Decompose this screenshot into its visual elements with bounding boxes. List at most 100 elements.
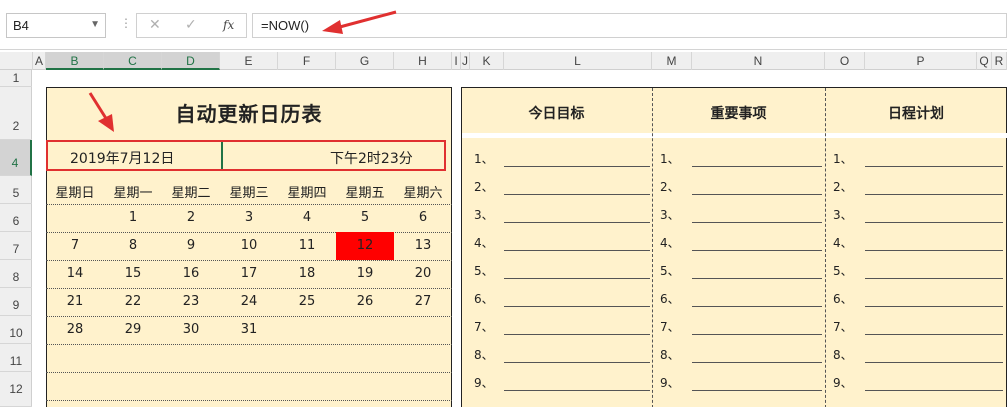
planner-item-line[interactable] bbox=[692, 250, 822, 251]
calendar-day[interactable]: 6 bbox=[394, 204, 452, 232]
current-date[interactable]: 2019年7月12日 bbox=[70, 148, 174, 168]
calendar-day[interactable]: 18 bbox=[278, 260, 336, 288]
more-options-icon[interactable]: ⋮ bbox=[120, 16, 132, 30]
calendar-day[interactable]: 16 bbox=[162, 260, 220, 288]
planner-item-line[interactable] bbox=[504, 390, 650, 391]
calendar-day[interactable] bbox=[394, 316, 452, 344]
calendar-day[interactable]: 7 bbox=[46, 232, 104, 260]
column-header-l[interactable]: L bbox=[504, 52, 652, 70]
insert-function-icon[interactable]: fx bbox=[223, 18, 234, 32]
planner-item-line[interactable] bbox=[692, 306, 822, 307]
calendar-day[interactable]: 1 bbox=[104, 204, 162, 232]
planner-item-line[interactable] bbox=[692, 222, 822, 223]
calendar-day[interactable]: 15 bbox=[104, 260, 162, 288]
column-header-p[interactable]: P bbox=[865, 52, 977, 70]
calendar-day[interactable]: 23 bbox=[162, 288, 220, 316]
calendar-day[interactable]: 12 bbox=[336, 232, 394, 260]
calendar-day[interactable]: 17 bbox=[220, 260, 278, 288]
calendar-day[interactable]: 19 bbox=[336, 260, 394, 288]
calendar-day[interactable]: 31 bbox=[220, 316, 278, 344]
row-header-6[interactable]: 6 bbox=[0, 204, 32, 232]
calendar-day[interactable]: 14 bbox=[46, 260, 104, 288]
planner-item-line[interactable] bbox=[865, 166, 1003, 167]
planner-item-line[interactable] bbox=[692, 334, 822, 335]
row-header-8[interactable]: 8 bbox=[0, 260, 32, 288]
planner-item-line[interactable] bbox=[865, 390, 1003, 391]
column-header-h[interactable]: H bbox=[394, 52, 452, 70]
planner-item-line[interactable] bbox=[692, 194, 822, 195]
column-header-r[interactable]: R bbox=[992, 52, 1007, 70]
column-header-q[interactable]: Q bbox=[977, 52, 992, 70]
row-header-2[interactable]: 2 bbox=[0, 87, 32, 140]
column-header-f[interactable]: F bbox=[278, 52, 336, 70]
calendar-day[interactable]: 5 bbox=[336, 204, 394, 232]
close-icon[interactable]: ✕ bbox=[149, 17, 161, 33]
planner-item-line[interactable] bbox=[504, 250, 650, 251]
calendar-day[interactable]: 26 bbox=[336, 288, 394, 316]
planner-item-line[interactable] bbox=[865, 278, 1003, 279]
planner-item-line[interactable] bbox=[865, 194, 1003, 195]
calendar-day[interactable]: 27 bbox=[394, 288, 452, 316]
planner-item-line[interactable] bbox=[865, 306, 1003, 307]
column-header-n[interactable]: N bbox=[692, 52, 825, 70]
calendar-day[interactable]: 8 bbox=[104, 232, 162, 260]
calendar-day[interactable]: 28 bbox=[46, 316, 104, 344]
calendar-day[interactable]: 11 bbox=[278, 232, 336, 260]
current-time[interactable]: 下午2时23分 bbox=[330, 148, 413, 168]
calendar-day[interactable]: 9 bbox=[162, 232, 220, 260]
planner-item-line[interactable] bbox=[865, 250, 1003, 251]
column-header-g[interactable]: G bbox=[336, 52, 394, 70]
calendar-day[interactable]: 13 bbox=[394, 232, 452, 260]
planner-item-line[interactable] bbox=[504, 306, 650, 307]
column-header-a[interactable]: A bbox=[33, 52, 46, 70]
formula-input[interactable]: =NOW() bbox=[252, 13, 1007, 38]
column-header-e[interactable]: E bbox=[220, 52, 278, 70]
calendar-day[interactable] bbox=[336, 316, 394, 344]
row-header-9[interactable]: 9 bbox=[0, 288, 32, 316]
column-header-j[interactable]: J bbox=[461, 52, 470, 70]
column-header-b[interactable]: B bbox=[46, 52, 104, 70]
date-time-selection[interactable]: 2019年7月12日 下午2时23分 bbox=[46, 140, 446, 171]
planner-item-line[interactable] bbox=[504, 166, 650, 167]
planner-item-line[interactable] bbox=[692, 278, 822, 279]
chevron-down-icon[interactable]: ▼ bbox=[90, 19, 100, 30]
planner-item-line[interactable] bbox=[504, 194, 650, 195]
calendar-day[interactable]: 2 bbox=[162, 204, 220, 232]
calendar-day[interactable]: 22 bbox=[104, 288, 162, 316]
row-header-5[interactable]: 5 bbox=[0, 176, 32, 204]
calendar-day[interactable]: 30 bbox=[162, 316, 220, 344]
calendar-day[interactable]: 10 bbox=[220, 232, 278, 260]
name-box[interactable]: B4 ▼ bbox=[6, 13, 106, 38]
calendar-day[interactable]: 20 bbox=[394, 260, 452, 288]
calendar-day[interactable] bbox=[46, 204, 104, 232]
calendar-day[interactable]: 25 bbox=[278, 288, 336, 316]
row-header-12[interactable]: 12 bbox=[0, 372, 32, 407]
calendar-day[interactable]: 21 bbox=[46, 288, 104, 316]
planner-item-line[interactable] bbox=[504, 334, 650, 335]
calendar-day[interactable]: 4 bbox=[278, 204, 336, 232]
row-header-10[interactable]: 10 bbox=[0, 316, 32, 344]
row-header-11[interactable]: 11 bbox=[0, 344, 32, 372]
row-header-1[interactable]: 1 bbox=[0, 70, 32, 87]
column-header-d[interactable]: D bbox=[162, 52, 220, 70]
planner-item-line[interactable] bbox=[504, 278, 650, 279]
calendar-day[interactable]: 3 bbox=[220, 204, 278, 232]
check-icon[interactable]: ✓ bbox=[185, 17, 197, 33]
planner-item-line[interactable] bbox=[865, 334, 1003, 335]
column-header-i[interactable]: I bbox=[452, 52, 461, 70]
column-header-k[interactable]: K bbox=[470, 52, 504, 70]
column-header-c[interactable]: C bbox=[104, 52, 162, 70]
row-header-4[interactable]: 4 bbox=[0, 140, 32, 176]
planner-item-line[interactable] bbox=[692, 166, 822, 167]
planner-item-line[interactable] bbox=[865, 362, 1003, 363]
planner-item-line[interactable] bbox=[692, 362, 822, 363]
planner-item-line[interactable] bbox=[692, 390, 822, 391]
planner-item-line[interactable] bbox=[504, 222, 650, 223]
worksheet[interactable]: 自动更新日历表 2019年7月12日 下午2时23分 星期日 星期一 星期二 星… bbox=[33, 70, 1007, 407]
calendar-day[interactable]: 24 bbox=[220, 288, 278, 316]
calendar-day[interactable]: 29 bbox=[104, 316, 162, 344]
column-header-m[interactable]: M bbox=[652, 52, 692, 70]
calendar-day[interactable] bbox=[278, 316, 336, 344]
column-header-o[interactable]: O bbox=[825, 52, 865, 70]
planner-item-line[interactable] bbox=[504, 362, 650, 363]
